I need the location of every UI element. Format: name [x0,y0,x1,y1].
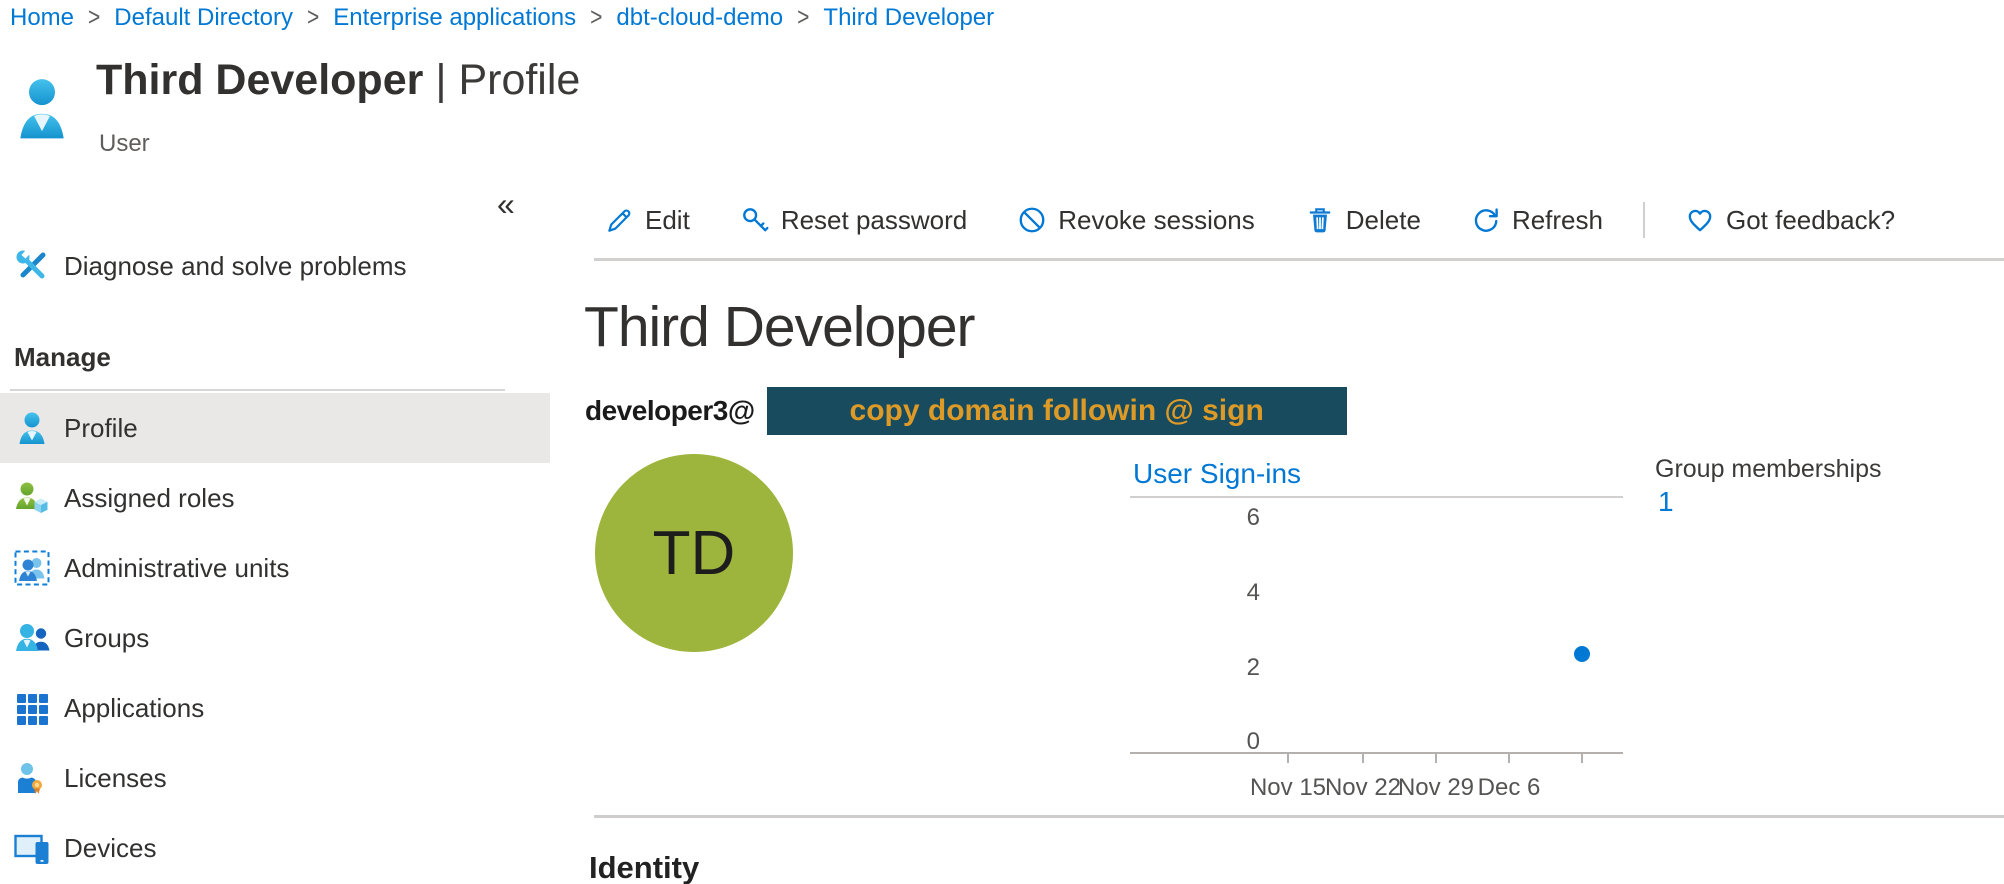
x-axis-tick [1435,754,1437,763]
chart-header-divider [1130,496,1623,498]
sidebar-item-label: Licenses [64,763,167,794]
assigned-roles-icon [14,480,50,516]
chevron-right-icon: > [88,3,100,33]
user-icon [14,410,50,446]
toolbar-separator [1643,202,1645,238]
sidebar-item-label: Groups [64,623,149,654]
applications-icon [14,690,50,726]
pencil-icon [604,205,634,235]
sidebar-item-administrative-units[interactable]: Administrative units [0,533,550,603]
edit-button[interactable]: Edit [604,205,690,236]
sidebar-item-label: Applications [64,693,204,724]
reset-password-button[interactable]: Reset password [740,205,967,236]
command-bar: Edit Reset password Revoke sessions [604,196,1895,244]
refresh-icon [1471,205,1501,235]
user-principal-name: developer3@ copy domain followin @ sign [585,386,1347,436]
sidebar-item-assigned-roles[interactable]: Assigned roles [0,463,550,533]
chevron-right-icon: > [590,3,602,33]
x-axis-tick [1362,754,1364,763]
admin-units-icon [14,550,50,586]
feedback-button[interactable]: Got feedback? [1685,205,1895,236]
key-icon [740,205,770,235]
breadcrumb-home[interactable]: Home [10,4,74,32]
avatar-initials: TD [653,518,736,589]
heart-icon [1685,205,1715,235]
groups-icon [14,620,50,656]
x-axis-line [1130,752,1623,754]
page-title: Third Developer | Profile [96,56,580,105]
group-memberships-label: Group memberships [1655,455,1881,484]
refresh-button[interactable]: Refresh [1471,205,1603,236]
page-title-section: Profile [458,56,580,104]
sidebar-item-label: Devices [64,833,156,864]
breadcrumb-third-developer[interactable]: Third Developer [823,4,994,32]
user-profile-page: Home > Default Directory > Enterprise ap… [0,0,2004,884]
redaction-note: copy domain followin @ sign [850,394,1264,428]
delete-button[interactable]: Delete [1305,205,1421,236]
section-divider [594,815,2004,818]
block-icon [1017,205,1047,235]
edit-label: Edit [645,205,690,236]
user-display-name: Third Developer [584,294,975,360]
sidebar-item-diagnose[interactable]: Diagnose and solve problems [0,231,550,301]
reset-password-label: Reset password [781,205,967,236]
trash-icon [1305,205,1335,235]
identity-section-heading: Identity [589,850,699,884]
sidebar-item-groups[interactable]: Groups [0,603,550,673]
tools-icon [14,248,50,284]
sidebar-divider [10,389,505,391]
breadcrumb-enterprise-applications[interactable]: Enterprise applications [333,4,576,32]
chevron-right-icon: > [797,3,809,33]
sidebar-item-applications[interactable]: Applications [0,673,550,743]
toolbar-divider [594,258,2004,261]
breadcrumb-dbt-cloud-demo[interactable]: dbt-cloud-demo [616,4,783,32]
page-title-name: Third Developer [96,56,423,104]
sidebar-section-manage: Manage [14,342,111,373]
sidebar-item-profile[interactable]: Profile [0,393,550,463]
sidebar-item-label: Assigned roles [64,483,235,514]
sidebar-item-label: Diagnose and solve problems [64,251,407,282]
x-axis-tick [1581,754,1583,763]
x-tick-label: Dec 6 [1449,774,1569,802]
x-axis-tick [1287,754,1289,763]
chevron-right-icon: > [307,3,319,33]
redaction-overlay: copy domain followin @ sign [767,387,1347,435]
group-memberships-count-link[interactable]: 1 [1658,486,1674,518]
breadcrumb-default-directory[interactable]: Default Directory [114,4,293,32]
refresh-label: Refresh [1512,205,1603,236]
sidebar-item-licenses[interactable]: Licenses [0,743,550,813]
page-title-divider: | [435,56,446,104]
x-axis-tick [1508,754,1510,763]
sidebar-collapse-button[interactable]: « [497,186,515,223]
user-sign-ins-link[interactable]: User Sign-ins [1133,458,1301,490]
revoke-sessions-button[interactable]: Revoke sessions [1017,205,1255,236]
sidebar-item-label: Administrative units [64,553,289,584]
delete-label: Delete [1346,205,1421,236]
user-avatar-icon [16,76,68,140]
sidebar-item-label: Profile [64,413,138,444]
signins-plot [1130,516,1623,753]
object-type-label: User [99,130,150,158]
devices-icon [14,830,50,866]
email-prefix: developer3@ [585,395,755,427]
licenses-icon [14,760,50,796]
revoke-sessions-label: Revoke sessions [1058,205,1255,236]
user-photo-avatar[interactable]: TD [595,454,793,652]
sidebar-item-devices[interactable]: Devices [0,813,550,883]
chart-data-point [1574,646,1590,662]
breadcrumb: Home > Default Directory > Enterprise ap… [10,4,994,32]
feedback-label: Got feedback? [1726,205,1895,236]
